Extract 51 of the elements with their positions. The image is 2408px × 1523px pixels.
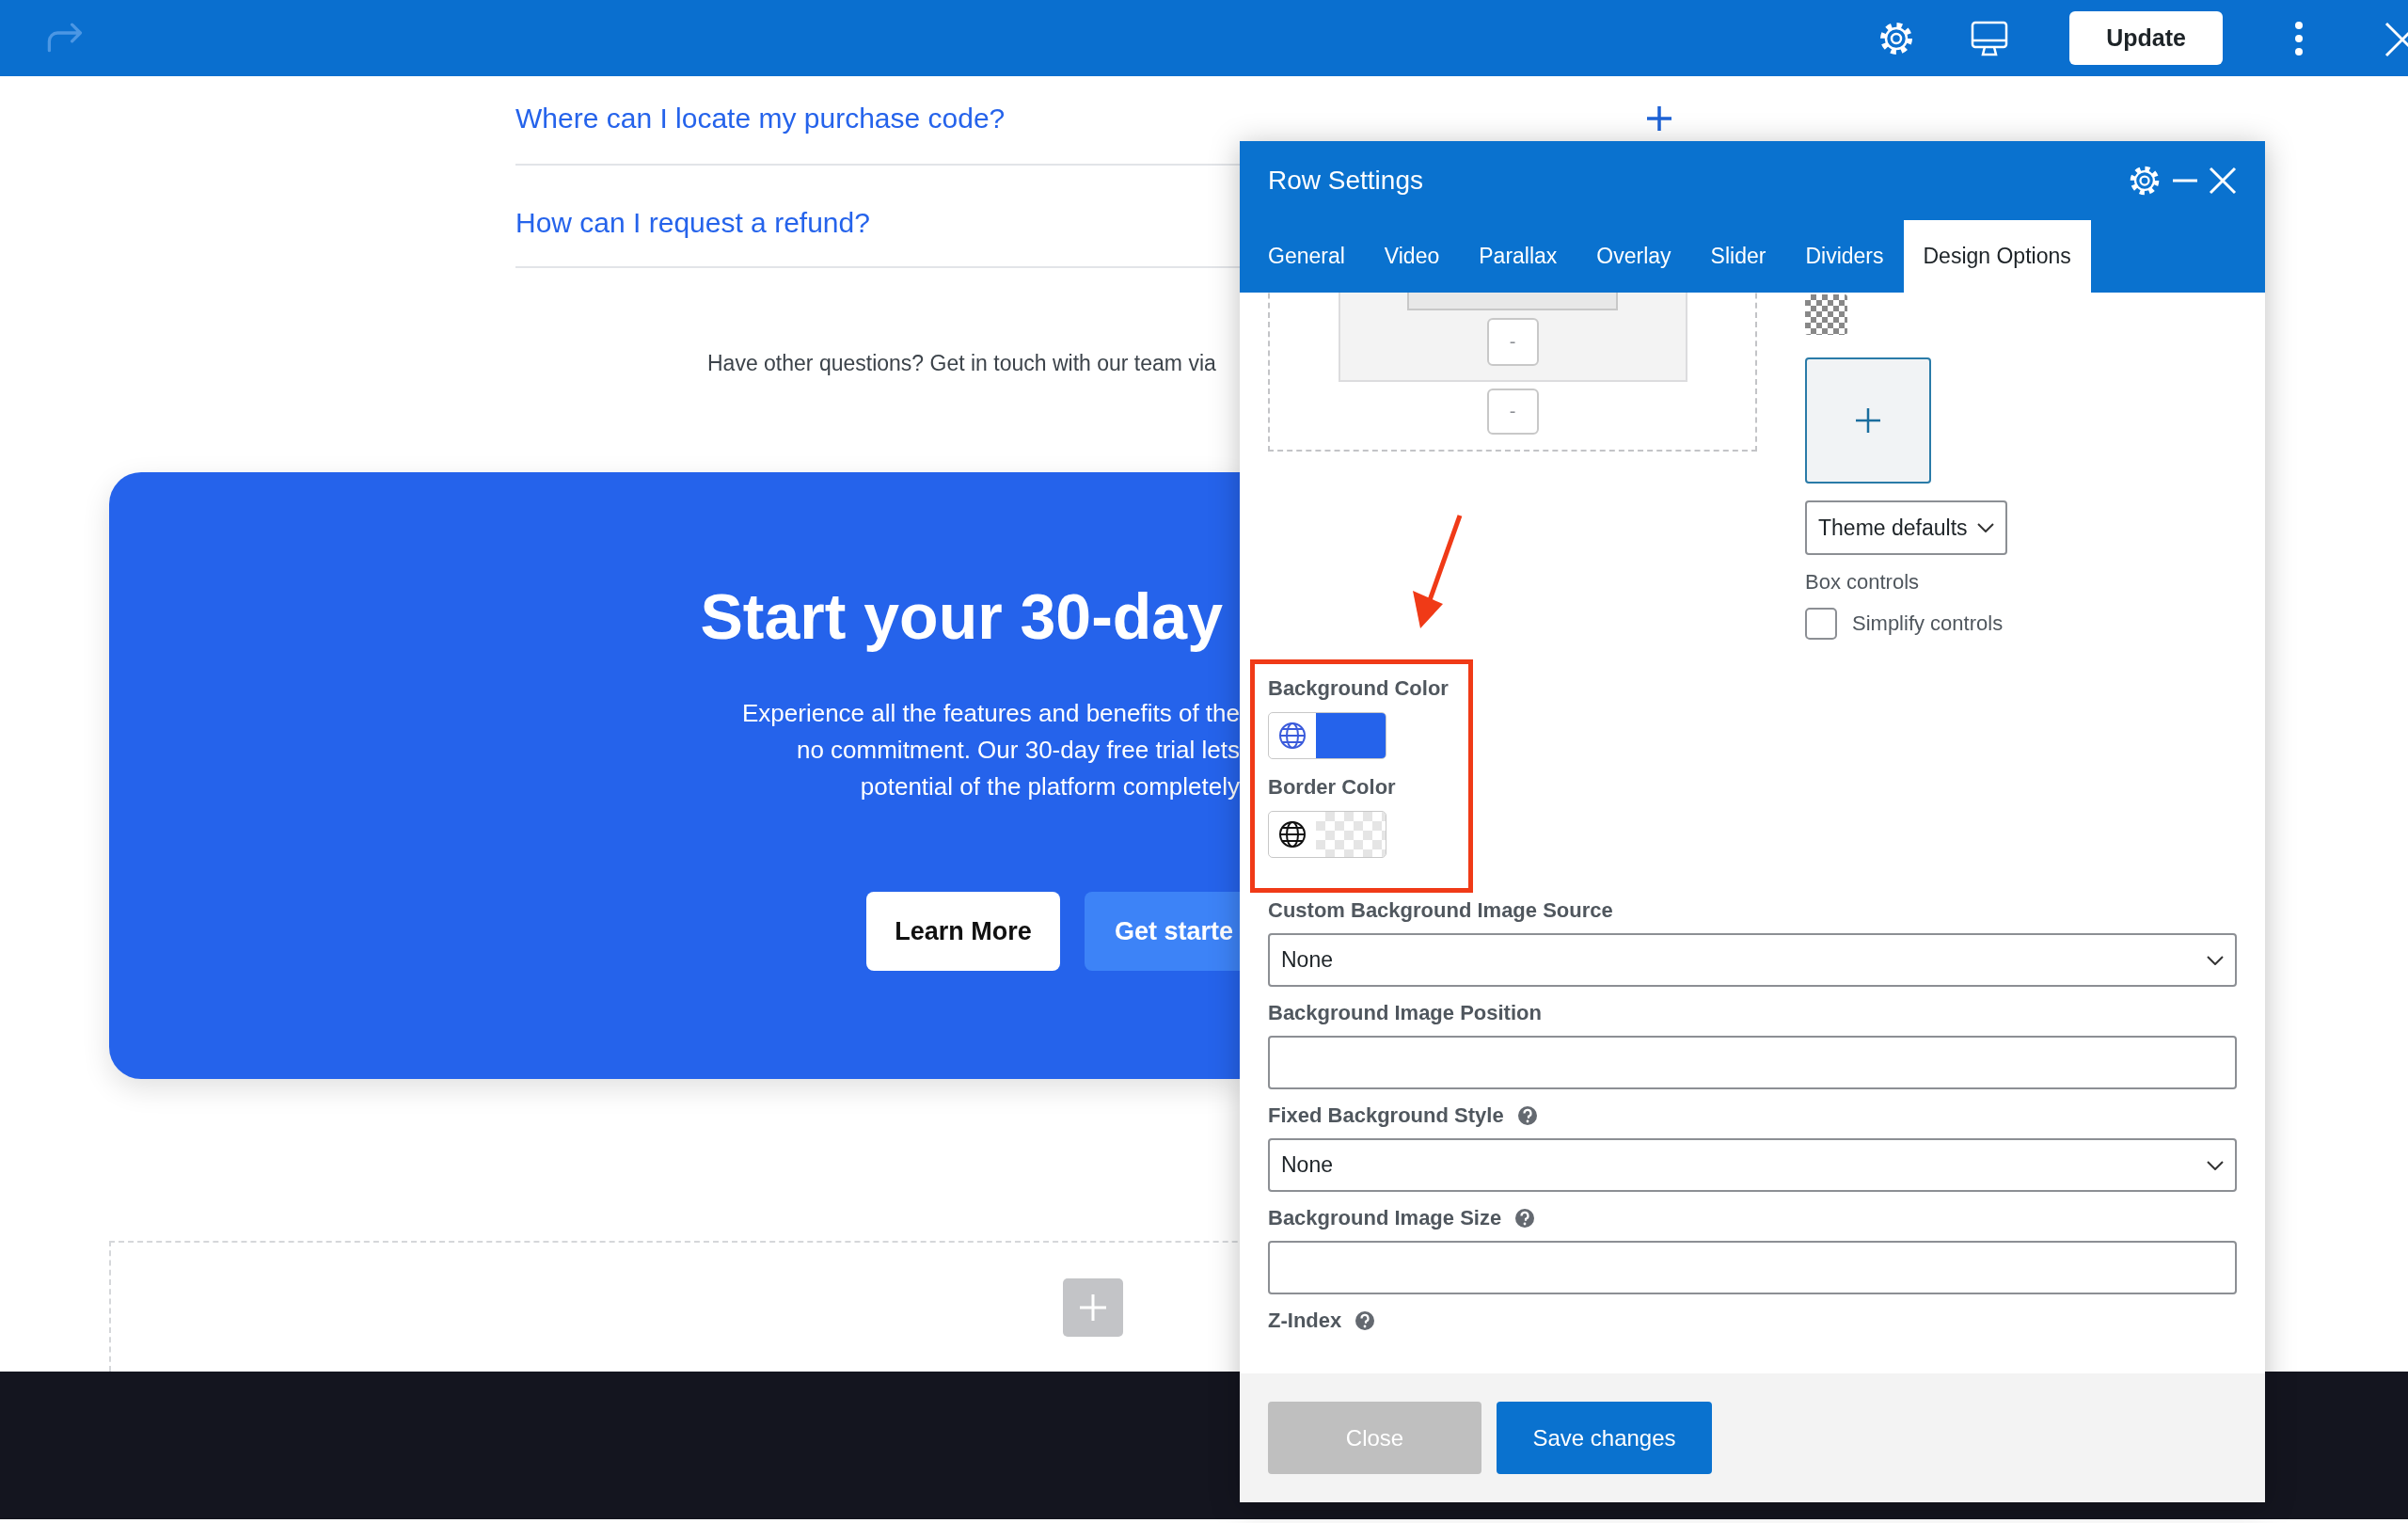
field-label: Custom Background Image Source (1268, 897, 1613, 924)
faq-question-link[interactable]: Where can I locate my purchase code? (515, 102, 1646, 135)
help-icon[interactable] (1514, 1208, 1536, 1229)
globe-icon (1278, 820, 1307, 849)
cta-description: Experience all the features and benefits of the no commitment. Our 30-day free trial lets potential of the platform completely (742, 698, 1240, 802)
spacing-value-button[interactable]: - (1486, 389, 1539, 435)
add-image-button[interactable] (1805, 357, 1931, 484)
get-started-button[interactable]: Get starte (1085, 892, 1240, 971)
plus-icon (1855, 407, 1881, 434)
theme-select[interactable]: Theme defaults (1805, 500, 2007, 555)
text-input-field[interactable] (1268, 1241, 2237, 1294)
settings-tab[interactable]: Dividers (1785, 220, 1904, 293)
simplify-checkbox[interactable] (1805, 608, 1837, 640)
close-icon[interactable] (2209, 167, 2237, 195)
settings-tab[interactable]: General (1248, 220, 1365, 293)
text-input-field[interactable] (1268, 1036, 2237, 1089)
desktop-icon[interactable] (1970, 19, 2009, 57)
field-label: Background Image Size (1268, 1205, 1502, 1231)
select-dropdown[interactable]: None (1268, 1138, 2237, 1192)
save-button[interactable]: Save changes (1497, 1402, 1712, 1474)
dialog-title: Row Settings (1268, 166, 1423, 196)
help-icon[interactable] (1516, 1105, 1538, 1126)
color-picker[interactable] (1268, 811, 1386, 858)
spacing-value-button[interactable]: - (1486, 318, 1539, 366)
settings-tab[interactable]: Video (1364, 220, 1460, 293)
field-label: Background Color (1268, 675, 1449, 702)
box-controls-label: Box controls (1805, 570, 1920, 595)
settings-icon[interactable] (2128, 164, 2162, 198)
more-menu-icon[interactable] (2294, 19, 2304, 57)
help-icon[interactable] (1354, 1310, 1376, 1331)
contact-text: Have other questions? Get in touch with our team via (707, 351, 1216, 376)
settings-tab[interactable]: Overlay (1576, 220, 1691, 293)
plus-icon (1078, 1292, 1108, 1323)
update-button[interactable]: Update (2069, 11, 2223, 65)
settings-tab[interactable]: Design Options (1903, 220, 2091, 293)
chevron-down-icon (1977, 523, 1994, 532)
plus-icon[interactable] (1646, 104, 1672, 132)
checkbox-label: Simplify controls (1852, 611, 2004, 636)
chevron-down-icon (2207, 955, 2224, 965)
transparent-swatch[interactable] (1805, 294, 1847, 335)
globe-icon (1278, 722, 1307, 750)
field-label: Z-Index (1268, 1308, 1342, 1334)
field-label: Background Image Position (1268, 1000, 1542, 1026)
field-label: Fixed Background Style (1268, 1103, 1504, 1129)
chevron-down-icon (2207, 1160, 2224, 1170)
select-dropdown[interactable]: None (1268, 933, 2237, 987)
learn-more-button[interactable]: Learn More (866, 892, 1060, 971)
field-label: Border Color (1268, 774, 1396, 801)
color-picker[interactable] (1268, 712, 1386, 759)
settings-tab[interactable]: Parallax (1459, 220, 1577, 293)
settings-tab[interactable]: Slider (1690, 220, 1786, 293)
